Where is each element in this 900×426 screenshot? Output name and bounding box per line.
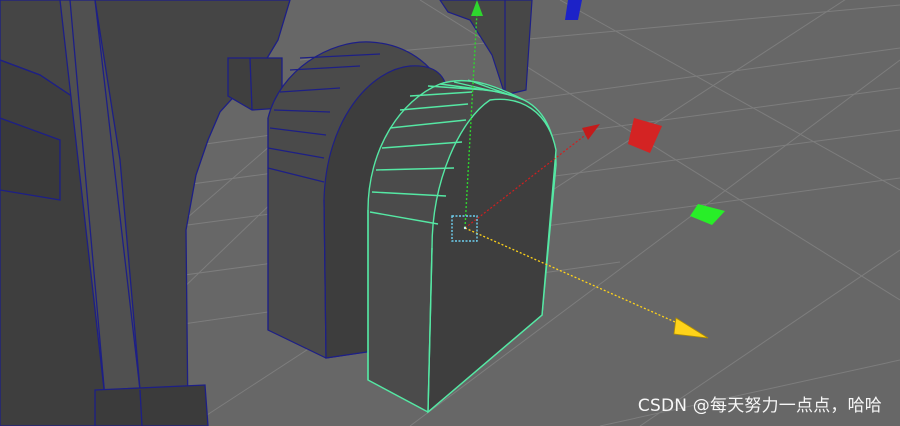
- arch-structure[interactable]: [0, 0, 291, 426]
- watermark-text: CSDN @每天努力一点点，哈哈: [637, 396, 882, 416]
- 3d-viewport[interactable]: CSDN @每天努力一点点，哈哈: [0, 0, 900, 426]
- blue-marker-icon[interactable]: [565, 0, 582, 20]
- viewport-scene[interactable]: [0, 0, 900, 426]
- pivot-dot: [463, 226, 467, 230]
- arch-block-selected[interactable]: [367, 79, 557, 414]
- z-axis-arrowhead[interactable]: [673, 317, 709, 339]
- green-plane-handle[interactable]: [690, 204, 725, 225]
- x-axis-arrowhead[interactable]: [582, 124, 600, 140]
